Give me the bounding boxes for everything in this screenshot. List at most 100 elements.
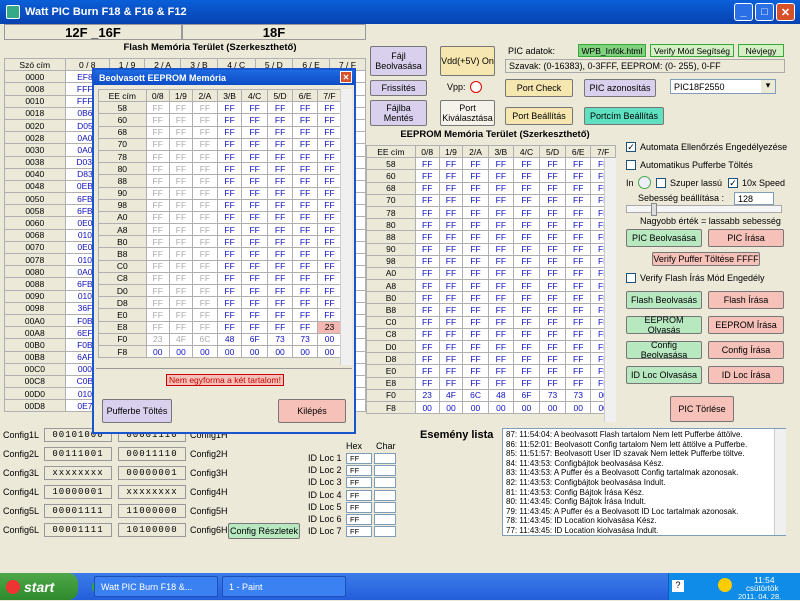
speed-slider[interactable] (626, 203, 782, 216)
eeprom-cell[interactable]: FF (512, 352, 541, 366)
dialog-cell[interactable]: FF (192, 296, 218, 310)
eeprom-cell[interactable]: FF (438, 157, 464, 171)
dialog-cell[interactable]: FF (192, 210, 218, 225)
dialog-cell[interactable]: FF (145, 308, 170, 322)
eeprom-cell[interactable]: FF (414, 364, 440, 378)
dialog-cell[interactable]: FF (316, 101, 343, 115)
dialog-cell[interactable]: FF (241, 271, 268, 286)
dialog-cell[interactable]: FF (316, 235, 343, 249)
dialog-cell[interactable]: FF (292, 320, 318, 334)
config-bits-low[interactable]: 00001111 (44, 504, 112, 518)
eeprom-cell[interactable]: FF (512, 279, 541, 293)
dialog-cell[interactable]: FF (292, 198, 318, 212)
eeprom-cell[interactable]: FF (565, 303, 592, 317)
eeprom-cell[interactable]: FF (565, 205, 592, 220)
eeprom-cell[interactable]: 00 (565, 400, 592, 415)
dialog-cell[interactable]: FF (216, 113, 243, 127)
eeprom-cell[interactable]: FF (539, 279, 567, 293)
pic-erase-button[interactable]: PIC Törlése (670, 396, 734, 422)
dialog-cell[interactable]: 4F (168, 332, 194, 346)
start-button[interactable]: start (0, 573, 78, 600)
dialog-cell[interactable]: FF (216, 210, 243, 225)
dialog-cell[interactable]: FF (168, 308, 194, 322)
dialog-cell[interactable]: FF (241, 210, 268, 225)
dialog-cell[interactable]: FF (266, 186, 294, 200)
dialog-cell[interactable]: FF (145, 247, 170, 261)
dialog-cell[interactable]: FF (216, 283, 243, 298)
eeprom-cell[interactable]: 4F (438, 388, 464, 402)
config-bits-high[interactable]: 00011110 (118, 447, 186, 461)
eeprom-cell[interactable]: FF (512, 254, 541, 268)
help-file-link[interactable]: WPB_Infók.html (578, 44, 646, 57)
dialog-cell[interactable]: FF (292, 162, 318, 176)
idloc-hex-input[interactable]: FF (346, 489, 372, 501)
eeprom-cell[interactable]: FF (512, 193, 541, 207)
dialog-cell[interactable]: FF (216, 271, 243, 286)
dialog-cell[interactable]: FF (241, 101, 268, 115)
eeprom-cell[interactable]: FF (539, 230, 567, 244)
eeprom-cell[interactable]: FF (414, 303, 440, 317)
verify-help-link[interactable]: Verify Mód Segítség (650, 44, 734, 57)
refresh-button[interactable]: Frissítés (370, 80, 427, 96)
eeprom-cell[interactable]: FF (414, 352, 440, 366)
eeprom-cell[interactable]: FF (512, 303, 541, 317)
idloc-hex-input[interactable]: FF (346, 477, 372, 489)
eeprom-cell[interactable]: FF (462, 230, 489, 244)
eeprom-cell[interactable]: FF (565, 242, 592, 256)
dialog-cell[interactable]: FF (168, 259, 194, 273)
eeprom-cell[interactable]: FF (565, 230, 592, 244)
eeprom-cell[interactable]: FF (539, 242, 567, 256)
dialog-cell[interactable]: FF (145, 210, 170, 225)
minimize-button[interactable]: _ (734, 3, 753, 21)
eeprom-cell[interactable]: FF (414, 291, 440, 305)
dialog-cell[interactable]: 00 (316, 344, 343, 359)
eeprom-cell[interactable]: FF (487, 157, 514, 171)
idloc-hex-input[interactable]: FF (346, 526, 372, 538)
dialog-cell[interactable]: FF (316, 210, 343, 225)
eeprom-cell[interactable]: FF (462, 327, 489, 342)
dialog-cell[interactable]: FF (168, 137, 194, 151)
dialog-cell[interactable]: FF (292, 113, 318, 127)
config-bits-high[interactable]: 00000001 (118, 466, 186, 480)
eeprom-cell[interactable]: FF (414, 279, 440, 293)
dialog-cell[interactable]: FF (145, 259, 170, 273)
idloc-hex-input[interactable]: FF (346, 501, 372, 513)
dialog-cell[interactable]: FF (266, 271, 294, 286)
eeprom-cell[interactable]: FF (462, 376, 489, 390)
eeprom-cell[interactable]: FF (462, 254, 489, 268)
dialog-cell[interactable]: FF (145, 283, 170, 298)
eeprom-cell[interactable]: FF (462, 279, 489, 293)
eeprom-cell[interactable]: FF (414, 218, 440, 232)
eeprom-cell[interactable]: 00 (539, 400, 567, 415)
dialog-cell[interactable]: FF (266, 137, 294, 151)
dialog-cell[interactable]: FF (145, 235, 170, 249)
eeprom-cell[interactable]: FF (487, 169, 514, 183)
eeprom-cell[interactable]: FF (462, 205, 489, 220)
dialog-cell[interactable]: FF (266, 308, 294, 322)
dialog-cell[interactable]: FF (192, 149, 218, 164)
dialog-cell[interactable]: 6F (241, 332, 268, 346)
task-wattpicburn[interactable]: Watt PIC Burn F18 &... (94, 576, 218, 597)
eeprom-cell[interactable]: FF (487, 242, 514, 256)
speed-input[interactable]: 128 (734, 192, 774, 205)
eeprom-cell[interactable]: FF (565, 291, 592, 305)
dialog-cell[interactable]: 00 (168, 344, 194, 359)
idloc-write-button[interactable]: ID Loc Írása (708, 366, 784, 384)
dialog-cell[interactable]: FF (316, 296, 343, 310)
eeprom-cell[interactable]: 48 (487, 388, 514, 402)
dialog-cell[interactable]: FF (216, 174, 243, 188)
eeprom-scrollbar[interactable] (604, 158, 616, 422)
dialog-cell[interactable]: FF (216, 186, 243, 200)
dialog-cell[interactable]: FF (316, 283, 343, 298)
eeprom-cell[interactable]: FF (438, 352, 464, 366)
dialog-cell[interactable]: FF (241, 223, 268, 237)
dialog-cell[interactable]: FF (292, 308, 318, 322)
dialog-fill-button[interactable]: Pufferbe Töltés (102, 399, 172, 423)
eeprom-cell[interactable]: 00 (438, 400, 464, 415)
dialog-cell[interactable]: 00 (145, 344, 170, 359)
dialog-cell[interactable]: FF (266, 198, 294, 212)
dialog-cell[interactable]: FF (145, 223, 170, 237)
dialog-cell[interactable]: FF (266, 101, 294, 115)
dialog-cell[interactable]: FF (292, 271, 318, 286)
dialog-cell[interactable]: FF (192, 271, 218, 286)
